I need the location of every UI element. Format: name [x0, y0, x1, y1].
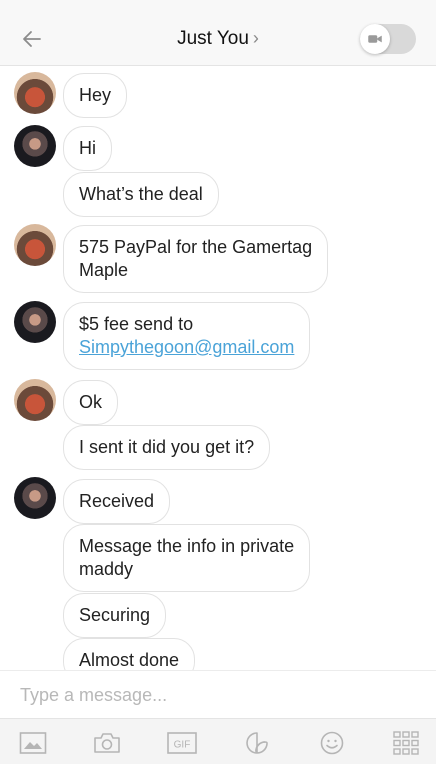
video-camera-icon [360, 24, 390, 54]
gif-icon[interactable]: GIF [167, 731, 197, 755]
message-bubble[interactable]: $5 fee send to Simpythegoon@gmail.com [63, 302, 311, 370]
sticker-icon[interactable] [243, 731, 271, 755]
avatar[interactable] [14, 301, 56, 343]
camera-icon[interactable] [93, 731, 121, 755]
apps-grid-icon[interactable] [392, 731, 420, 755]
video-call-toggle[interactable] [360, 24, 416, 54]
message-input[interactable] [20, 681, 416, 709]
message-text: Securing [79, 605, 151, 625]
image-icon[interactable] [19, 731, 47, 755]
chat-header: Just You › [0, 0, 436, 66]
message-bubble[interactable]: 575 PayPal for the Gamertag Maple [63, 225, 329, 293]
message-text: 575 PayPal for the Gamertag [79, 237, 313, 257]
email-link[interactable]: Simpythegoon@gmail.com [79, 336, 294, 359]
chevron-right-icon: › [252, 28, 259, 48]
message-text: maddy [79, 559, 134, 579]
message-text: Received [79, 491, 155, 511]
avatar[interactable] [14, 477, 56, 519]
avatar[interactable] [14, 72, 56, 114]
message-list[interactable]: Hey Hi What’s the deal 575 PayPal for th… [0, 66, 436, 670]
message-text: Ok [79, 392, 103, 412]
conversation-title-text: Just You [177, 28, 249, 49]
message-text: What’s the deal [79, 184, 203, 204]
avatar[interactable] [14, 125, 56, 167]
message-text: Hey [79, 85, 112, 105]
message-text: I sent it did you get it? [79, 437, 255, 457]
message-bubble[interactable]: What’s the deal [63, 172, 219, 217]
message-bubble[interactable]: Hey [63, 73, 128, 118]
message-text: Maple [79, 260, 129, 280]
message-text: Message the info in private [79, 536, 295, 556]
message-bubble[interactable]: Hi [63, 126, 112, 171]
avatar[interactable] [14, 379, 56, 421]
message-text: $5 fee send to [79, 314, 194, 334]
avatar[interactable] [14, 224, 56, 266]
message-bubble[interactable]: I sent it did you get it? [63, 425, 271, 470]
gif-label: GIF [174, 740, 191, 751]
message-bubble[interactable]: Received [63, 479, 171, 524]
message-bubble[interactable]: Ok [63, 380, 119, 425]
emoji-icon[interactable] [318, 731, 346, 755]
message-bubble[interactable]: Almost done [63, 638, 196, 670]
message-bubble[interactable]: Securing [63, 593, 167, 638]
attachment-toolbar: GIF [0, 718, 436, 764]
message-text: Almost done [79, 650, 180, 670]
message-composer [0, 670, 436, 718]
message-text: Hi [79, 138, 96, 158]
message-bubble[interactable]: Message the info in private maddy [63, 524, 311, 592]
